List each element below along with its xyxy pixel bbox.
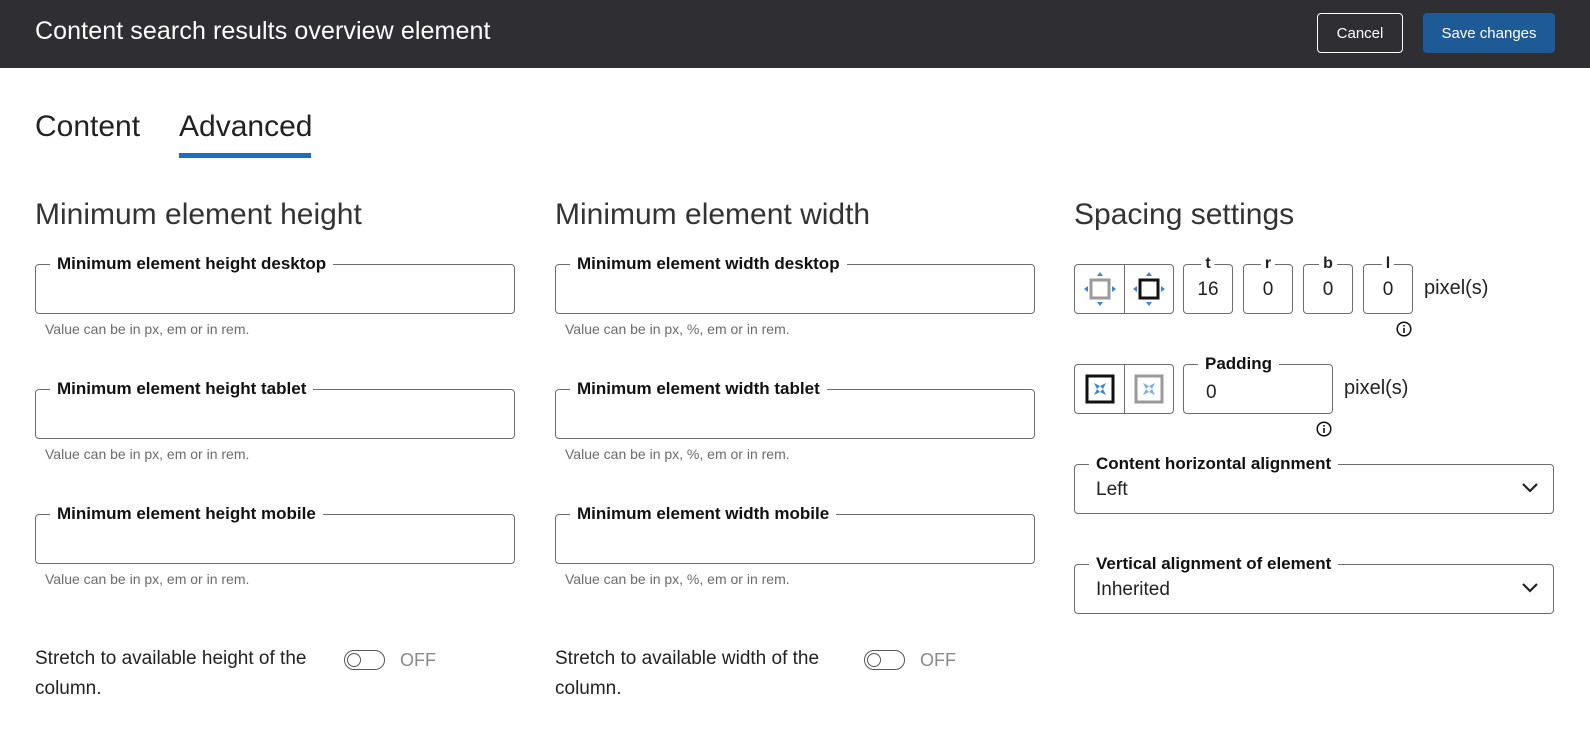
min-width-desktop-input[interactable] xyxy=(556,265,1034,313)
padding-individual-icon xyxy=(1134,374,1164,404)
min-width-desktop-hint: Value can be in px, %, em or in rem. xyxy=(565,321,790,337)
min-width-tablet-field: Minimum element width tablet xyxy=(555,379,1035,439)
tab-content[interactable]: Content xyxy=(35,110,140,144)
stretch-width-label: Stretch to available width of the column… xyxy=(555,648,820,699)
minimum-height-heading: Minimum element height xyxy=(35,198,362,231)
vertical-alignment-select[interactable]: Vertical alignment of element Inherited xyxy=(1074,554,1554,614)
vertical-alignment-value: Inherited xyxy=(1096,579,1170,600)
margin-individual-icon xyxy=(1083,272,1116,306)
min-width-mobile-input[interactable] xyxy=(556,515,1034,563)
padding-all-icon xyxy=(1085,374,1114,404)
cancel-button[interactable]: Cancel xyxy=(1317,13,1403,53)
spacing-settings-heading: Spacing settings xyxy=(1074,198,1295,231)
margin-bottom-field: b xyxy=(1303,254,1353,314)
min-height-tablet-input[interactable] xyxy=(36,390,514,438)
min-height-desktop-field: Minimum element height desktop xyxy=(35,254,515,314)
active-tab-indicator xyxy=(179,153,311,158)
margin-unit: pixel(s) xyxy=(1424,277,1489,299)
margin-all-icon xyxy=(1133,272,1165,306)
padding-mode-all[interactable] xyxy=(1075,365,1124,413)
min-height-desktop-input[interactable] xyxy=(36,265,514,313)
toggle-knob xyxy=(347,652,361,667)
margin-mode-all[interactable] xyxy=(1124,265,1173,313)
margin-left-field: l xyxy=(1363,254,1413,314)
padding-mode-individual[interactable] xyxy=(1124,365,1173,413)
margin-top-field: t xyxy=(1183,254,1233,314)
min-width-tablet-hint: Value can be in px, %, em or in rem. xyxy=(565,446,790,462)
padding-input[interactable] xyxy=(1184,365,1332,413)
min-width-tablet-input[interactable] xyxy=(556,390,1034,438)
margin-info-icon[interactable] xyxy=(1396,321,1412,337)
margin-right-field: r xyxy=(1243,254,1293,314)
horizontal-alignment-select[interactable]: Content horizontal alignment Left xyxy=(1074,454,1554,514)
save-changes-button[interactable]: Save changes xyxy=(1423,13,1555,53)
header-bar: Content search results overview element … xyxy=(0,0,1590,68)
min-height-mobile-input[interactable] xyxy=(36,515,514,563)
margin-bottom-input[interactable] xyxy=(1304,265,1352,313)
min-width-mobile-hint: Value can be in px, %, em or in rem. xyxy=(565,571,790,587)
min-height-tablet-hint: Value can be in px, em or in rem. xyxy=(45,446,250,462)
minimum-width-heading: Minimum element width xyxy=(555,198,871,231)
min-width-desktop-field: Minimum element width desktop xyxy=(555,254,1035,314)
stretch-width-toggle[interactable] xyxy=(864,650,905,670)
chevron-down-icon xyxy=(1522,583,1538,593)
chevron-down-icon xyxy=(1522,483,1538,493)
margin-right-input[interactable] xyxy=(1244,265,1292,313)
min-height-mobile-field: Minimum element height mobile xyxy=(35,504,515,564)
horizontal-alignment-value: Left xyxy=(1096,479,1128,500)
stretch-width-state: OFF xyxy=(920,650,956,670)
horizontal-alignment-label: Content horizontal alignment xyxy=(1089,454,1339,474)
min-width-mobile-field: Minimum element width mobile xyxy=(555,504,1035,564)
padding-info-icon[interactable] xyxy=(1316,421,1332,437)
dialog-title: Content search results overview element xyxy=(35,17,491,45)
margin-mode-selector xyxy=(1074,264,1174,314)
margin-top-input[interactable] xyxy=(1184,265,1232,313)
min-height-desktop-hint: Value can be in px, em or in rem. xyxy=(45,321,250,337)
toggle-knob xyxy=(867,652,881,667)
padding-unit: pixel(s) xyxy=(1344,377,1409,399)
stretch-height-label: Stretch to available height of the colum… xyxy=(35,648,307,699)
vertical-alignment-label: Vertical alignment of element xyxy=(1089,554,1339,574)
min-height-mobile-hint: Value can be in px, em or in rem. xyxy=(45,571,250,587)
padding-mode-selector xyxy=(1074,364,1174,414)
stretch-height-toggle[interactable] xyxy=(344,650,385,670)
stretch-height-state: OFF xyxy=(400,650,436,670)
padding-field: Padding xyxy=(1183,354,1333,414)
margin-left-input[interactable] xyxy=(1364,265,1412,313)
tab-advanced[interactable]: Advanced xyxy=(179,110,312,144)
min-height-tablet-field: Minimum element height tablet xyxy=(35,379,515,439)
margin-mode-individual[interactable] xyxy=(1075,265,1124,313)
